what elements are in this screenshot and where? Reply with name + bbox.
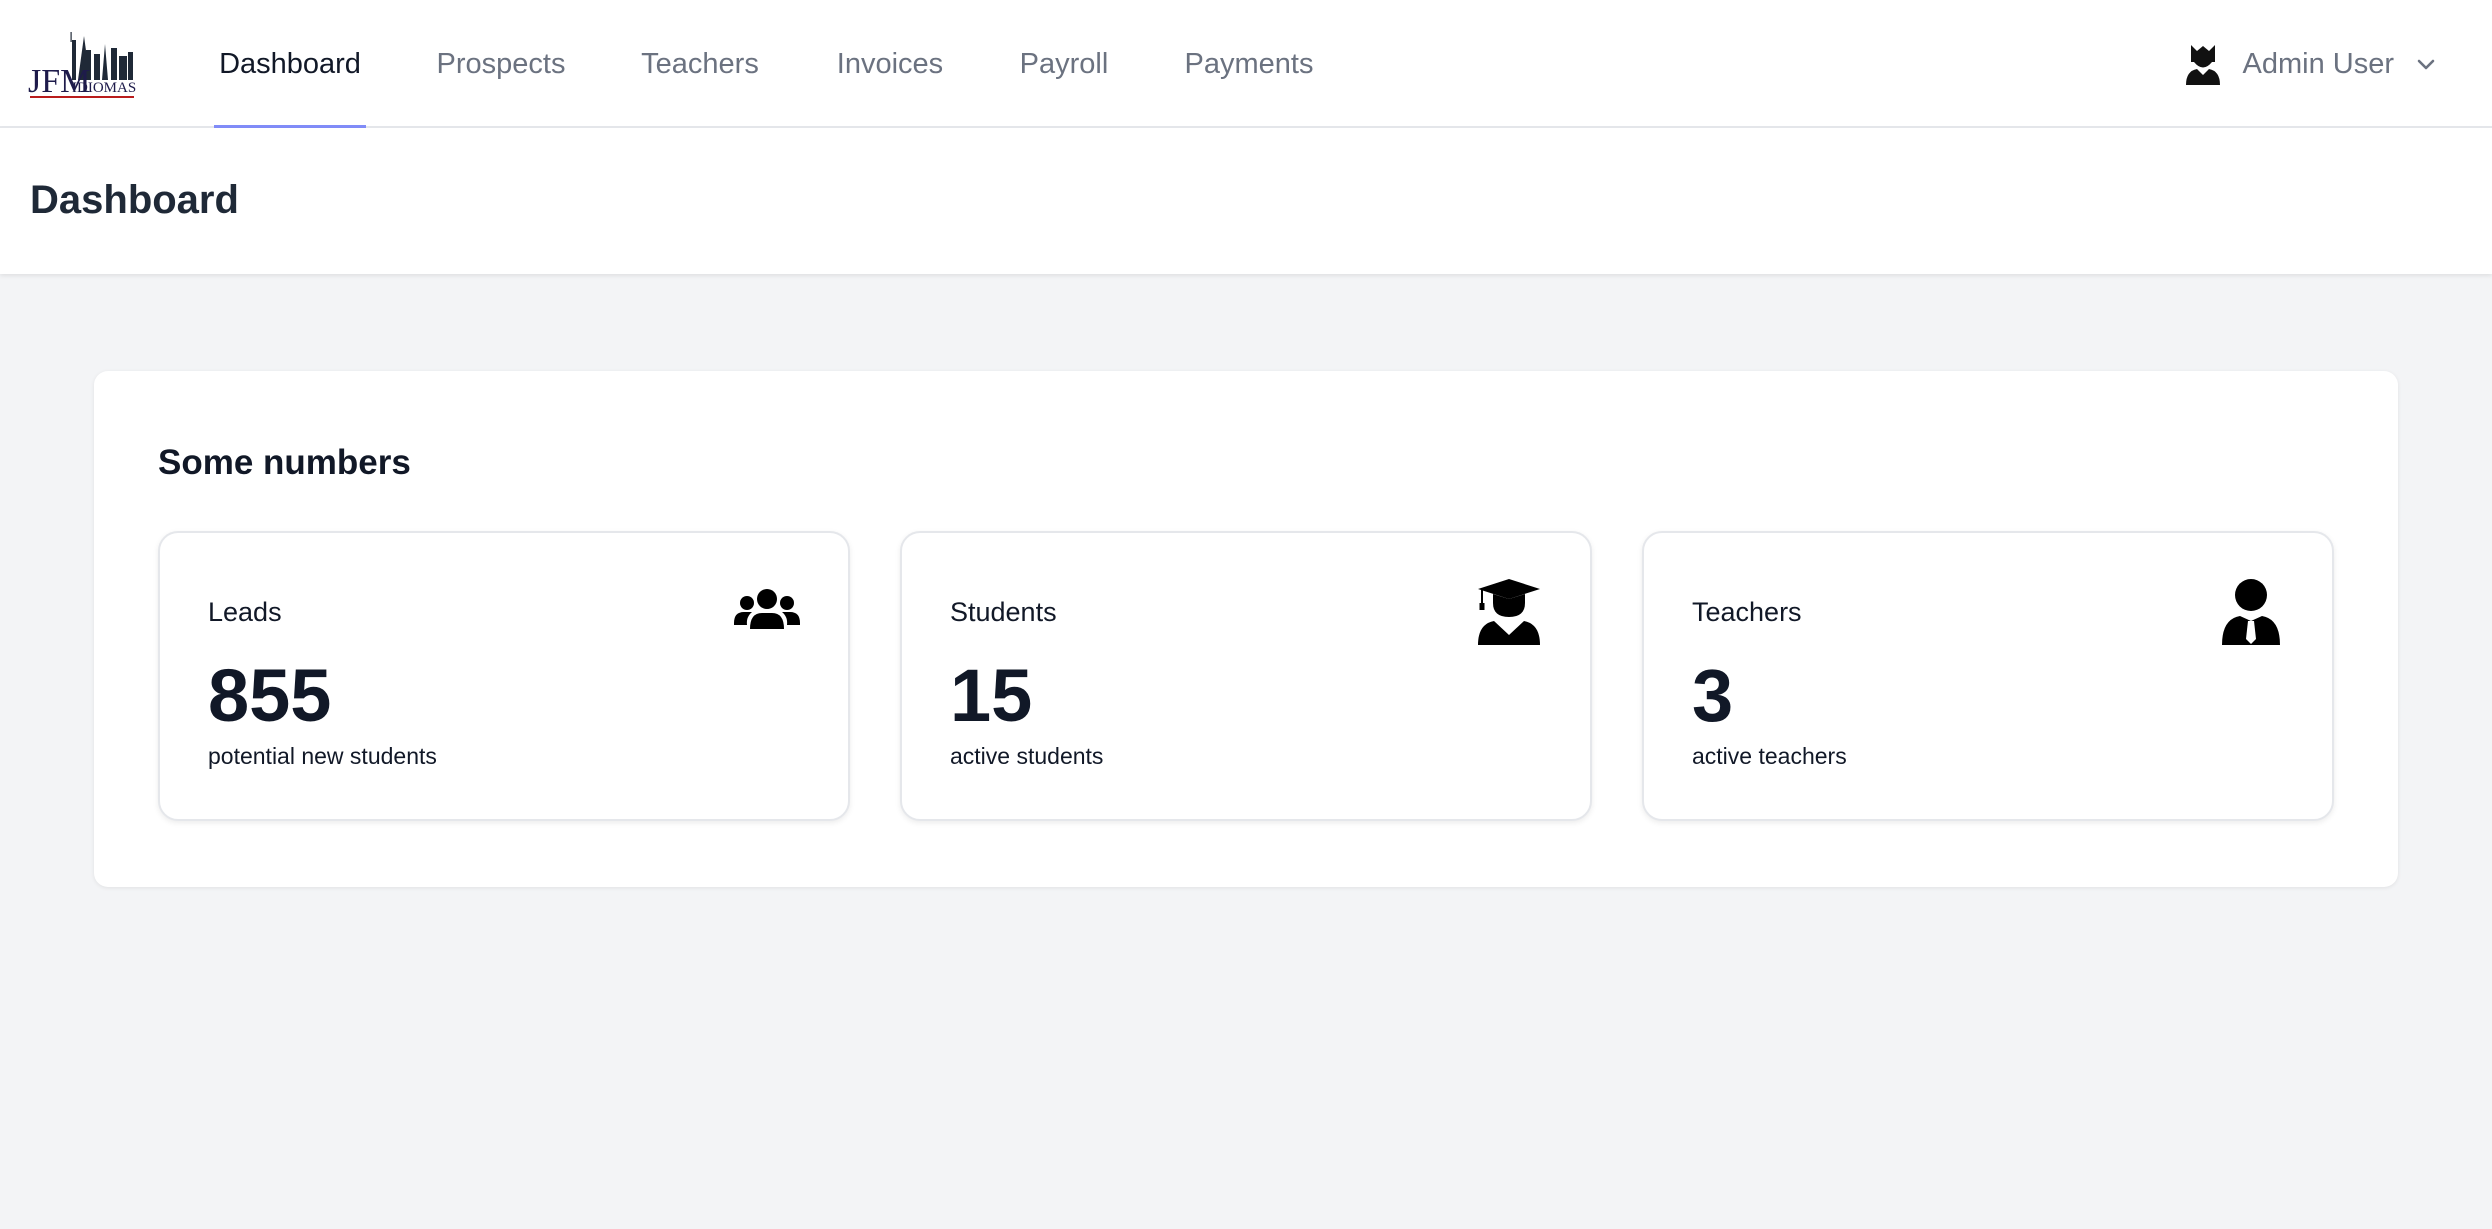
card-title: Leads: [208, 597, 282, 627]
tab-invoices[interactable]: Invoices: [832, 0, 948, 128]
page-title: Dashboard: [30, 178, 239, 222]
card-value: 15: [950, 654, 1033, 737]
students-card: Students 15 active students: [900, 531, 1592, 821]
tab-dashboard[interactable]: Dashboard: [214, 0, 366, 130]
tab-prospects[interactable]: Prospects: [430, 0, 572, 128]
user-menu[interactable]: Admin User: [2185, 32, 2437, 96]
tab-payments[interactable]: Payments: [1180, 0, 1318, 128]
brand-logo[interactable]: JFM IDIOMAS: [28, 26, 136, 102]
user-tie-icon: [2218, 579, 2284, 645]
teachers-card: Teachers 3 active teachers: [1642, 531, 2334, 821]
user-secret-icon: [2185, 43, 2221, 85]
card-value: 855: [208, 654, 332, 737]
top-navigation: JFM IDIOMAS Dashboard Prospects Teachers…: [0, 0, 2492, 130]
card-title: Teachers: [1692, 597, 1802, 627]
card-caption: active teachers: [1692, 743, 1847, 769]
tab-payroll[interactable]: Payroll: [1016, 0, 1112, 128]
svg-text:IDIOMAS: IDIOMAS: [72, 80, 136, 96]
card-title: Students: [950, 597, 1057, 627]
tab-teachers[interactable]: Teachers: [636, 0, 764, 128]
card-caption: active students: [950, 743, 1104, 769]
leads-card: Leads 855 potential new students: [158, 531, 850, 821]
user-name: Admin User: [2242, 47, 2395, 80]
graduate-icon: [1476, 579, 1542, 645]
stats-panel: Some numbers Leads 855 potential new stu…: [94, 371, 2398, 887]
card-caption: potential new students: [208, 743, 437, 769]
page-header: Dashboard: [0, 128, 2492, 274]
card-value: 3: [1692, 654, 1734, 737]
panel-heading: Some numbers: [158, 443, 411, 482]
chevron-down-icon: [2416, 57, 2436, 71]
users-icon: [734, 579, 800, 645]
